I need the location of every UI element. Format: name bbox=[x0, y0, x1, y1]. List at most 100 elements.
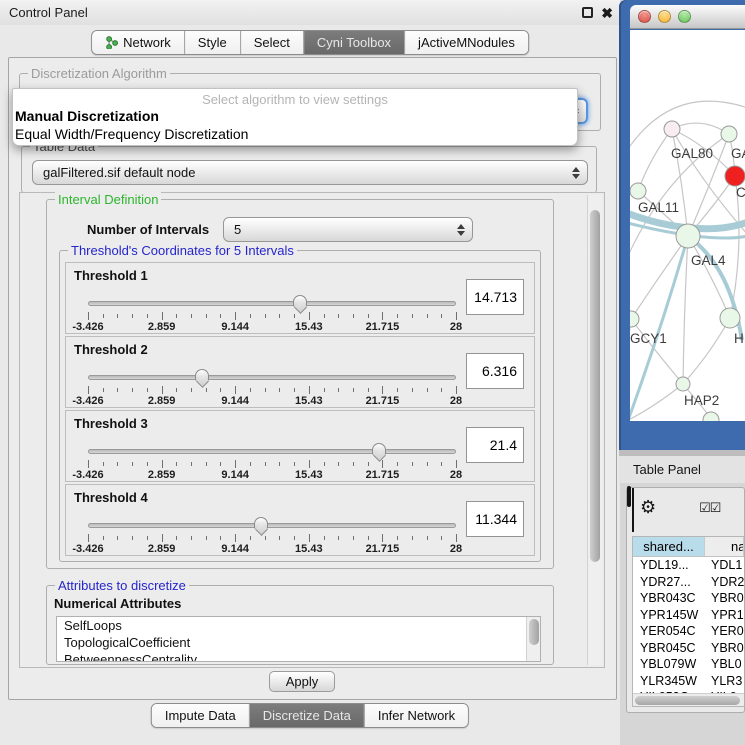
tab-select[interactable]: Select bbox=[240, 31, 303, 54]
tick-mark bbox=[412, 388, 413, 392]
slider-handle[interactable] bbox=[195, 369, 209, 381]
tick-mark bbox=[220, 536, 221, 540]
columns-icon[interactable] bbox=[627, 486, 631, 507]
network-node[interactable] bbox=[630, 183, 646, 199]
zoom-traffic-light-icon[interactable] bbox=[678, 10, 691, 23]
tick-mark bbox=[441, 388, 442, 392]
tick-mark bbox=[235, 312, 236, 320]
list-scrollbar[interactable] bbox=[526, 617, 540, 661]
popup-item-equal-width-frequency-discretization[interactable]: Equal Width/Frequency Discretization bbox=[13, 125, 577, 143]
minimize-traffic-light-icon[interactable] bbox=[658, 10, 671, 23]
table-cell: YDR2 bbox=[705, 574, 744, 591]
tab-infer-network[interactable]: Infer Network bbox=[364, 704, 468, 727]
slider-track[interactable] bbox=[88, 523, 456, 528]
network-edge[interactable] bbox=[683, 318, 730, 384]
apply-button[interactable]: Apply bbox=[269, 671, 335, 692]
table-row[interactable]: YBL079WYBL0 bbox=[633, 656, 744, 673]
list-item[interactable]: SelfLoops bbox=[57, 617, 540, 634]
threshold-value-field[interactable]: 11.344 bbox=[466, 501, 524, 537]
table-row[interactable]: YER054CYER0 bbox=[633, 623, 744, 640]
tick-mark bbox=[132, 536, 133, 540]
tick-mark bbox=[456, 460, 457, 468]
slider-handle[interactable] bbox=[254, 517, 268, 529]
network-node[interactable] bbox=[720, 308, 740, 328]
tab-style[interactable]: Style bbox=[184, 31, 240, 54]
scale-label: 15.43 bbox=[295, 321, 323, 333]
network-node[interactable] bbox=[676, 224, 700, 248]
column-header-shared-[interactable]: shared... bbox=[633, 537, 705, 557]
scrollbar-thumb[interactable] bbox=[590, 210, 600, 562]
tick-mark bbox=[353, 388, 354, 392]
scrollbar-thumb[interactable] bbox=[635, 696, 740, 705]
scrollbar-thumb[interactable] bbox=[529, 619, 539, 645]
tick-mark bbox=[250, 462, 251, 466]
tab-discretize-data[interactable]: Discretize Data bbox=[249, 704, 364, 727]
network-edge[interactable] bbox=[630, 319, 631, 390]
tick-mark bbox=[162, 386, 163, 394]
table-row[interactable]: YBR045CYBR0 bbox=[633, 640, 744, 657]
tab-cyni-toolbox[interactable]: Cyni Toolbox bbox=[303, 31, 404, 54]
table-row[interactable]: YDL19...YDL1 bbox=[633, 557, 744, 574]
popup-item-manual-discretization[interactable]: Manual Discretization bbox=[13, 107, 577, 125]
list-item[interactable]: TopologicalCoefficient bbox=[57, 634, 540, 651]
scale-label: 28 bbox=[450, 469, 462, 481]
close-traffic-light-icon[interactable] bbox=[638, 10, 651, 23]
number-of-intervals-combobox[interactable]: 5 bbox=[223, 217, 473, 242]
column-header-na[interactable]: na bbox=[705, 537, 744, 557]
threshold-value-field[interactable]: 21.4 bbox=[466, 427, 524, 463]
float-window-icon[interactable] bbox=[582, 7, 593, 18]
threshold-slider[interactable]: -3.4262.8599.14415.4321.71528 bbox=[88, 369, 456, 407]
tick-mark bbox=[191, 314, 192, 318]
network-node[interactable] bbox=[630, 311, 639, 327]
network-node[interactable] bbox=[703, 412, 719, 421]
slider-track[interactable] bbox=[88, 449, 456, 454]
table-row[interactable]: YBR043CYBR0 bbox=[633, 590, 744, 607]
threshold-slider[interactable]: -3.4262.8599.14415.4321.71528 bbox=[88, 295, 456, 333]
table-hscrollbar[interactable] bbox=[633, 693, 744, 706]
control-panel-window: Control Panel ✖ NetworkStyleSelectCyni T… bbox=[0, 0, 620, 745]
network-edge[interactable] bbox=[672, 123, 729, 134]
slider-handle[interactable] bbox=[372, 443, 386, 455]
tick-mark bbox=[382, 312, 383, 320]
close-icon[interactable]: ✖ bbox=[601, 3, 613, 23]
threshold-value-field[interactable]: 6.316 bbox=[466, 353, 524, 389]
network-edge[interactable] bbox=[631, 236, 688, 319]
tick-mark bbox=[294, 314, 295, 318]
table-row[interactable]: YLR345WYLR3 bbox=[633, 673, 744, 690]
network-node[interactable] bbox=[676, 377, 690, 391]
network-edge[interactable] bbox=[631, 319, 683, 384]
list-item[interactable]: BetweennessCentrality bbox=[57, 651, 540, 662]
tick-mark bbox=[309, 312, 310, 320]
tick-mark bbox=[88, 534, 89, 542]
table-row[interactable]: YPR145WYPR1 bbox=[633, 607, 744, 624]
tick-mark bbox=[235, 534, 236, 542]
threshold-slider[interactable]: -3.4262.8599.14415.4321.71528 bbox=[88, 517, 456, 555]
network-edge[interactable] bbox=[683, 236, 688, 384]
tab-impute-data[interactable]: Impute Data bbox=[152, 704, 249, 727]
tick-mark bbox=[309, 460, 310, 468]
network-node[interactable] bbox=[721, 126, 737, 142]
numerical-attributes-list[interactable]: SelfLoopsTopologicalCoefficientBetweenne… bbox=[56, 616, 541, 662]
table-data-combobox[interactable]: galFiltered.sif default node bbox=[32, 160, 588, 185]
tick-mark bbox=[206, 314, 207, 318]
top-tab-bar: NetworkStyleSelectCyni ToolboxjActiveMNo… bbox=[91, 30, 529, 55]
slider-handle[interactable] bbox=[293, 295, 307, 307]
threshold-value-field[interactable]: 14.713 bbox=[466, 279, 524, 315]
network-edge[interactable] bbox=[638, 129, 672, 191]
checkboxes-icon[interactable]: ☑☑ bbox=[699, 501, 720, 516]
tab-jactivemnodules[interactable]: jActiveMNodules bbox=[404, 31, 528, 54]
gear-icon[interactable]: ⚙ bbox=[640, 497, 656, 518]
tick-mark bbox=[427, 462, 428, 466]
node-table[interactable]: shared...na YDL19...YDL1YDR27...YDR2YBR0… bbox=[632, 536, 744, 707]
threshold-slider[interactable]: -3.4262.8599.14415.4321.71528 bbox=[88, 443, 456, 481]
network-canvas[interactable]: GAL80GACGAL11GAL4GCY1HHAP2 bbox=[630, 30, 745, 421]
tick-mark bbox=[368, 462, 369, 466]
table-row[interactable]: YDR27...YDR2 bbox=[633, 574, 744, 591]
slider-track[interactable] bbox=[88, 301, 456, 306]
table-cell: YPR1 bbox=[705, 607, 744, 624]
settings-scrollbar[interactable] bbox=[587, 195, 602, 665]
network-node[interactable] bbox=[725, 166, 745, 186]
tab-network[interactable]: Network bbox=[92, 31, 184, 54]
network-node[interactable] bbox=[664, 121, 680, 137]
slider-track[interactable] bbox=[88, 375, 456, 380]
